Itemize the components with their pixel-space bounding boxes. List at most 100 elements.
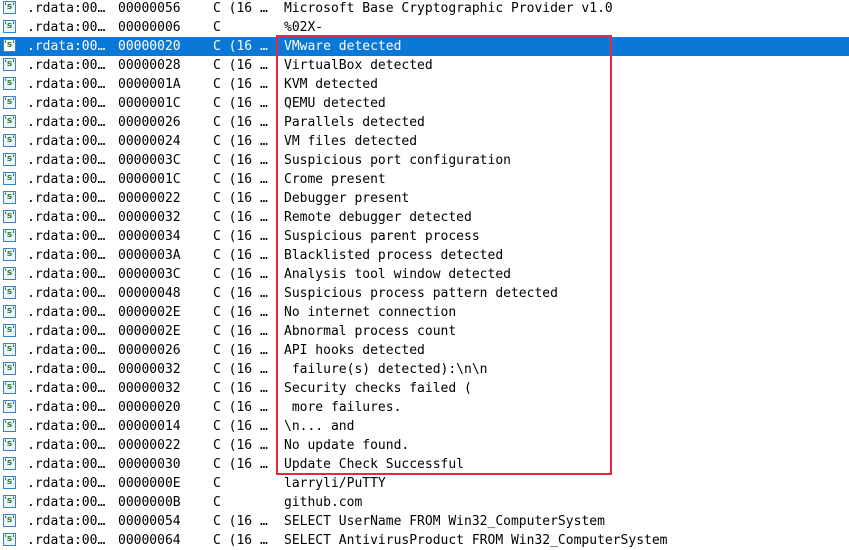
table-row[interactable]: 's' .rdata:00… 0000003A C (16 … Blacklisted …	[0, 246, 849, 265]
table-row[interactable]: 's' .rdata:00… 00000024 C (16 … VM files det…	[0, 132, 849, 151]
table-row[interactable]: 's' .rdata:00… 0000003C C (16 … Analysis too…	[0, 265, 849, 284]
address-cell: .rdata:00…	[27, 457, 106, 472]
type-cell: C	[213, 476, 221, 491]
length-cell: 0000001A	[118, 77, 181, 92]
string-icon: 's'	[3, 229, 16, 242]
string-cell: failure(s) detected):\n\n	[284, 362, 488, 377]
table-row[interactable]: 's' .rdata:00… 00000014 C (16 … \n... and	[0, 417, 849, 436]
length-cell: 00000026	[118, 115, 181, 130]
type-cell: C (16 …	[213, 210, 268, 225]
type-cell: C	[213, 495, 221, 510]
string-cell: Suspicious parent process	[284, 229, 480, 244]
address-cell: .rdata:00…	[27, 115, 106, 130]
string-icon: 's'	[3, 134, 16, 147]
string-icon: 's'	[3, 324, 16, 337]
table-row[interactable]: 's' .rdata:00… 00000020 C (16 … more failur…	[0, 398, 849, 417]
table-row[interactable]: 's' .rdata:00… 0000000E Clarryli/PuTTY	[0, 474, 849, 493]
string-icon: 's'	[3, 20, 16, 33]
length-cell: 00000020	[118, 400, 181, 415]
address-cell: .rdata:00…	[27, 419, 106, 434]
table-row[interactable]: 's' .rdata:00… 00000026 C (16 … API hooks de…	[0, 341, 849, 360]
string-icon: 's'	[3, 381, 16, 394]
address-cell: .rdata:00…	[27, 267, 106, 282]
type-cell: C (16 …	[213, 457, 268, 472]
type-cell: C (16 …	[213, 362, 268, 377]
address-cell: .rdata:00…	[27, 229, 106, 244]
string-icon: 's'	[3, 115, 16, 128]
table-row[interactable]: 's' .rdata:00… 0000001C C (16 … QEMU detecte…	[0, 94, 849, 113]
type-cell: C (16 …	[213, 39, 268, 54]
length-cell: 00000014	[118, 419, 181, 434]
length-cell: 00000028	[118, 58, 181, 73]
table-row[interactable]: 's' .rdata:00… 0000003C C (16 … Suspicious p…	[0, 151, 849, 170]
string-cell: Abnormal process count	[284, 324, 457, 339]
table-row[interactable]: 's' .rdata:00… 00000056 C (16 … Microsoft Ba…	[0, 0, 849, 18]
table-row[interactable]: 's' .rdata:00… 0000000B Cgithub.com	[0, 493, 849, 512]
table-row[interactable]: 's' .rdata:00… 00000032 C (16 … failure(s) …	[0, 360, 849, 379]
table-row[interactable]: 's' .rdata:00… 0000001A C (16 … KVM detected	[0, 75, 849, 94]
string-icon: 's'	[3, 438, 16, 451]
string-icon: 's'	[3, 191, 16, 204]
string-icon: 's'	[3, 286, 16, 299]
address-cell: .rdata:00…	[27, 248, 106, 263]
string-icon: 's'	[3, 58, 16, 71]
type-cell: C (16 …	[213, 400, 268, 415]
address-cell: .rdata:00…	[27, 476, 106, 491]
string-cell: Microsoft Base Cryptographic Provider v1…	[284, 1, 613, 16]
string-icon: 's'	[3, 1, 16, 14]
length-cell: 00000022	[118, 191, 181, 206]
string-icon: 's'	[3, 172, 16, 185]
table-row[interactable]: 's' .rdata:00… 0000002E C (16 … Abnormal pro…	[0, 322, 849, 341]
string-cell: Suspicious process pattern detected	[284, 286, 558, 301]
address-cell: .rdata:00…	[27, 58, 106, 73]
table-row[interactable]: 's' .rdata:00… 0000001C C (16 … Crome presen…	[0, 170, 849, 189]
table-row[interactable]: 's' .rdata:00… 00000020 C (16 … VMware detec…	[0, 37, 849, 56]
length-cell: 00000032	[118, 362, 181, 377]
table-row[interactable]: 's' .rdata:00… 0000002E C (16 … No internet …	[0, 303, 849, 322]
table-row[interactable]: 's' .rdata:00… 00000034 C (16 … Suspicious p…	[0, 227, 849, 246]
address-cell: .rdata:00…	[27, 153, 106, 168]
length-cell: 00000024	[118, 134, 181, 149]
table-row[interactable]: 's' .rdata:00… 00000026 C (16 … Parallels de…	[0, 113, 849, 132]
type-cell: C (16 …	[213, 514, 268, 529]
type-cell: C (16 …	[213, 58, 268, 73]
table-row[interactable]: 's' .rdata:00… 00000048 C (16 … Suspicious p…	[0, 284, 849, 303]
table-row[interactable]: 's' .rdata:00… 00000054 C (16 … SELECT UserN…	[0, 512, 849, 531]
length-cell: 0000003C	[118, 153, 181, 168]
address-cell: .rdata:00…	[27, 305, 106, 320]
address-cell: .rdata:00…	[27, 20, 106, 35]
type-cell: C (16 …	[213, 1, 268, 16]
length-cell: 00000030	[118, 457, 181, 472]
table-row[interactable]: 's' .rdata:00… 00000032 C (16 … Security che…	[0, 379, 849, 398]
type-cell: C (16 …	[213, 267, 268, 282]
length-cell: 0000000B	[118, 495, 181, 510]
string-cell: %02X-	[284, 20, 324, 35]
type-cell: C (16 …	[213, 229, 268, 244]
address-cell: .rdata:00…	[27, 172, 106, 187]
string-icon: 's'	[3, 362, 16, 375]
length-cell: 0000003C	[118, 267, 181, 282]
table-row[interactable]: 's' .rdata:00… 00000028 C (16 … VirtualBox d…	[0, 56, 849, 75]
length-cell: 00000056	[118, 1, 181, 16]
table-row[interactable]: 's' .rdata:00… 00000064 C (16 … SELECT Antiv…	[0, 531, 849, 550]
string-icon: 's'	[3, 419, 16, 432]
table-row[interactable]: 's' .rdata:00… 00000022 C (16 … No update fo…	[0, 436, 849, 455]
table-row[interactable]: 's' .rdata:00… 00000006 C %02X-	[0, 18, 849, 37]
string-icon: 's'	[3, 305, 16, 318]
type-cell: C (16 …	[213, 324, 268, 339]
string-cell: github.com	[284, 495, 363, 510]
table-row[interactable]: 's' .rdata:00… 00000032 C (16 … Remote debug…	[0, 208, 849, 227]
string-cell: SELECT AntivirusProduct FROM Win32_Compu…	[284, 533, 668, 548]
address-cell: .rdata:00…	[27, 343, 106, 358]
string-cell: API hooks detected	[284, 343, 425, 358]
address-cell: .rdata:00…	[27, 362, 106, 377]
address-cell: .rdata:00…	[27, 438, 106, 453]
length-cell: 00000022	[118, 438, 181, 453]
string-cell: Update Check Successful	[284, 457, 465, 472]
type-cell: C (16 …	[213, 191, 268, 206]
table-row[interactable]: 's' .rdata:00… 00000030 C (16 … Update Check…	[0, 455, 849, 474]
type-cell: C (16 …	[213, 153, 268, 168]
address-cell: .rdata:00…	[27, 324, 106, 339]
string-cell: Debugger present	[284, 191, 410, 206]
table-row[interactable]: 's' .rdata:00… 00000022 C (16 … Debugger pre…	[0, 189, 849, 208]
